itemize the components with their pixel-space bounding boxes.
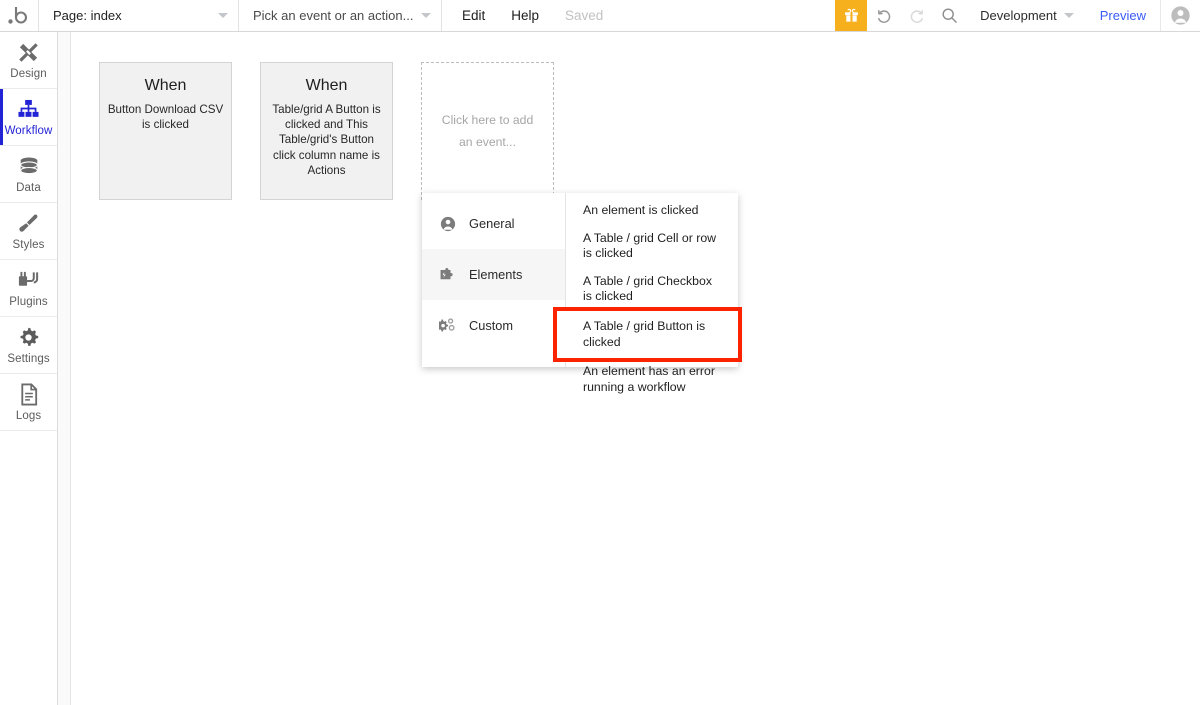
workflow-event-card[interactable]: When Table/grid A Button is clicked and … (260, 62, 393, 200)
event-picker-dropdown: General Elements Custom An element is cl… (422, 193, 742, 394)
event-category-elements[interactable]: Elements (422, 249, 565, 300)
user-avatar-icon[interactable] (1160, 0, 1200, 31)
menu-item-edit[interactable]: Edit (462, 8, 485, 23)
save-status-label: Saved (565, 8, 604, 23)
add-event-placeholder-label: Click here to add an event... (441, 113, 534, 149)
gear-icon (17, 326, 40, 350)
sidebar-item-design[interactable]: Design (0, 32, 57, 89)
event-category-general[interactable]: General (422, 198, 565, 249)
sidebar-item-styles[interactable]: Styles (0, 203, 57, 260)
workflow-card-when: When (144, 77, 187, 94)
chevron-down-icon (218, 13, 228, 18)
preview-button[interactable]: Preview (1086, 0, 1160, 31)
workflow-tree-icon (17, 98, 40, 122)
puzzle-piece-icon (439, 267, 456, 283)
search-icon[interactable] (933, 0, 966, 31)
event-option[interactable]: An element has an error running a workfl… (566, 358, 738, 401)
event-option[interactable]: An element is clicked (566, 197, 738, 225)
event-category-label: General (469, 216, 515, 231)
workflow-card-description: Table/grid A Button is clicked and This … (272, 103, 381, 177)
menu-item-help[interactable]: Help (511, 8, 539, 23)
paintbrush-icon (17, 212, 40, 236)
sidebar-item-label: Plugins (9, 295, 48, 308)
page-selector[interactable]: Page: index (39, 0, 239, 31)
sidebar-item-logs[interactable]: Logs (0, 374, 57, 431)
top-bar-right: Development Preview (835, 0, 1200, 31)
document-lines-icon (19, 383, 39, 407)
preview-button-label: Preview (1099, 8, 1146, 23)
gift-icon[interactable] (835, 0, 868, 31)
top-menu: Edit Help Saved (442, 0, 603, 31)
top-bar: Page: index Pick an event or an action..… (0, 0, 1200, 32)
workflow-canvas: When Button Download CSV is clicked When… (58, 32, 1200, 705)
event-option-list: An element is clicked A Table / grid Cel… (553, 193, 742, 394)
workflow-card-description: Button Download CSV is clicked (107, 103, 224, 132)
database-icon (18, 155, 40, 179)
sidebar-item-label: Settings (7, 352, 50, 365)
undo-button[interactable] (867, 0, 900, 31)
page-selector-label: Page: index (53, 8, 122, 23)
sidebar-item-plugins[interactable]: Plugins (0, 260, 57, 317)
workflow-event-card[interactable]: When Button Download CSV is clicked (99, 62, 232, 200)
version-selector[interactable]: Development (966, 0, 1086, 31)
event-category-custom[interactable]: Custom (422, 300, 565, 351)
version-selector-label: Development (980, 8, 1057, 23)
sidebar-item-label: Styles (12, 238, 45, 251)
event-category-list: General Elements Custom (422, 193, 566, 367)
sidebar-item-label: Workflow (4, 124, 53, 137)
event-category-label: Custom (469, 318, 514, 333)
event-action-selector-label: Pick an event or an action... (253, 8, 414, 23)
sidebar-item-label: Logs (15, 409, 42, 422)
sidebar-item-data[interactable]: Data (0, 146, 57, 203)
workflow-card-when: When (305, 77, 348, 94)
chevron-down-icon (421, 13, 431, 18)
event-action-selector[interactable]: Pick an event or an action... (239, 0, 442, 31)
add-event-placeholder[interactable]: Click here to add an event... (421, 62, 554, 200)
event-option-highlighted[interactable]: A Table / grid Button is clicked (553, 306, 742, 363)
event-category-label: Elements (469, 267, 523, 282)
canvas-left-rail (58, 32, 71, 705)
sidebar-item-workflow[interactable]: Workflow (0, 89, 57, 146)
sidebar-item-label: Data (16, 181, 41, 194)
design-tools-icon (17, 41, 40, 65)
left-sidebar: Design Workflow Data Styles Plugins Sett… (0, 32, 58, 705)
event-option[interactable]: A Table / grid Checkbox is clicked (566, 268, 738, 311)
user-circle-icon (439, 216, 456, 232)
chevron-down-icon (1063, 13, 1074, 18)
redo-button[interactable] (900, 0, 933, 31)
event-option[interactable]: A Table / grid Cell or row is clicked (566, 225, 738, 268)
sidebar-item-settings[interactable]: Settings (0, 317, 57, 374)
sidebar-item-label: Design (10, 67, 47, 80)
plug-icon (17, 269, 40, 293)
bubble-logo-icon[interactable] (0, 0, 39, 31)
gears-icon (439, 317, 456, 334)
